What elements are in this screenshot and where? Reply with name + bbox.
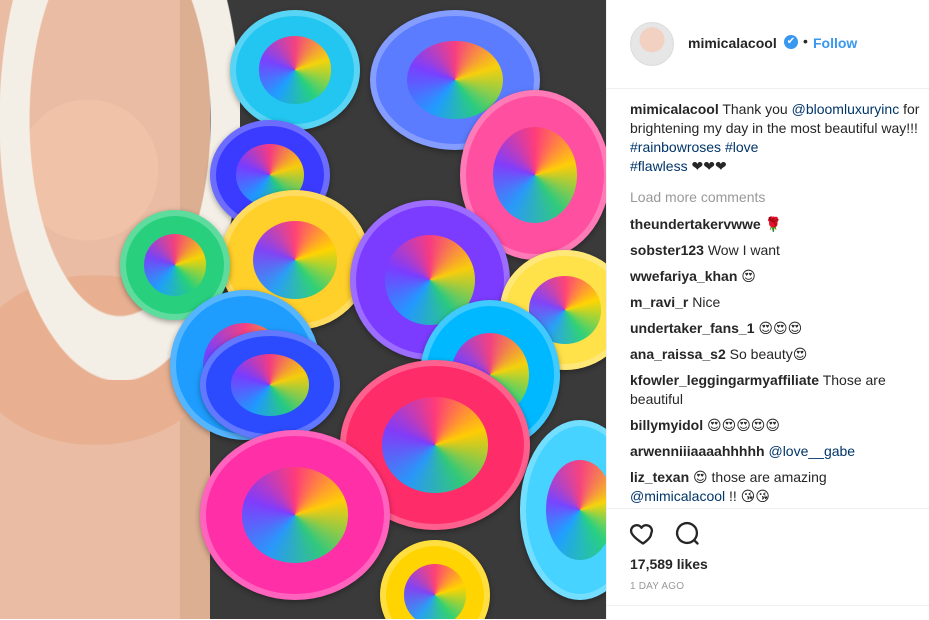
rose: [230, 10, 360, 130]
comment-text: So beauty😍: [725, 346, 808, 362]
comment: undertaker_fans_1 😍😍😍: [630, 319, 920, 338]
comment-suffix: !! 😘😘: [725, 488, 770, 504]
comment-username[interactable]: billymyidol: [630, 417, 703, 433]
comment-text: 😍: [737, 268, 756, 284]
comment-username[interactable]: m_ravi_r: [630, 294, 688, 310]
caption-text: Thank you: [718, 101, 792, 117]
caption-emoji: ❤❤❤: [687, 158, 727, 174]
heart-icon[interactable]: [629, 519, 657, 547]
post-side-panel: mimicalacool ✔ • Follow mimicalacool Tha…: [607, 0, 929, 619]
comment: liz_texan 😍 those are amazing @mimicalac…: [630, 468, 920, 506]
caption-mention[interactable]: @bloomluxuryinc: [792, 101, 900, 117]
comment: m_ravi_r Nice: [630, 293, 920, 312]
post-caption: mimicalacool Thank you @bloomluxuryinc f…: [630, 100, 920, 176]
comment-text: 🌹: [760, 216, 783, 232]
comment-text: 😍😍😍: [754, 320, 803, 336]
comment: wwefariya_khan 😍: [630, 267, 920, 286]
post-header: mimicalacool ✔ • Follow: [607, 0, 929, 89]
instagram-post: mimicalacool ✔ • Follow mimicalacool Tha…: [0, 0, 929, 619]
comment-text: 😍😍😍😍😍: [703, 417, 780, 433]
comment: ana_raissa_s2 So beauty😍: [630, 345, 920, 364]
comment-username[interactable]: arwenniiiaaaahhhhh: [630, 443, 765, 459]
comment-username[interactable]: kfowler_leggingarmyaffiliate: [630, 372, 819, 388]
timestamp[interactable]: 1 DAY AGO: [630, 581, 684, 592]
bullet: •: [803, 33, 808, 49]
comments-list: theundertakervwwe 🌹 sobster123 Wow I wan…: [630, 215, 920, 513]
comment-text: Wow I want: [703, 242, 780, 258]
hashtag-rainbowroses[interactable]: #rainbowroses: [630, 139, 721, 155]
hashtag-flawless[interactable]: #flawless: [630, 158, 688, 174]
comment-username[interactable]: liz_texan: [630, 469, 689, 485]
follow-button[interactable]: Follow: [813, 35, 857, 51]
avatar[interactable]: [630, 22, 674, 66]
comment: kfowler_leggingarmyaffiliate Those are b…: [630, 371, 920, 409]
load-more-comments-button[interactable]: Load more comments: [630, 189, 765, 205]
likes-count[interactable]: 17,589 likes: [630, 556, 708, 572]
comment-username[interactable]: sobster123: [630, 242, 704, 258]
comment-text: 😍 those are amazing: [689, 469, 827, 485]
comment: sobster123 Wow I want: [630, 241, 920, 260]
rose: [200, 430, 390, 600]
header-username[interactable]: mimicalacool: [688, 35, 777, 51]
caption-username[interactable]: mimicalacool: [630, 101, 719, 117]
comment: billymyidol 😍😍😍😍😍: [630, 416, 920, 435]
comment-mention[interactable]: @love__gabe: [768, 443, 855, 459]
bottom-divider: [607, 605, 929, 606]
comment-username[interactable]: undertaker_fans_1: [630, 320, 755, 336]
verified-badge-icon: ✔: [784, 35, 798, 49]
comment-icon[interactable]: [673, 519, 701, 547]
comment: arwenniiiaaaahhhhh @love__gabe: [630, 442, 920, 461]
comment-username[interactable]: theundertakervwwe: [630, 216, 761, 232]
rose: [200, 330, 340, 440]
comment: theundertakervwwe 🌹: [630, 215, 920, 234]
post-photo[interactable]: [0, 0, 606, 619]
comment-mention[interactable]: @mimicalacool: [630, 488, 725, 504]
comment-text: Nice: [688, 294, 721, 310]
comment-username[interactable]: ana_raissa_s2: [630, 346, 726, 362]
post-actions: 17,589 likes 1 DAY AGO: [607, 508, 929, 620]
comment-username[interactable]: wwefariya_khan: [630, 268, 737, 284]
hashtag-love[interactable]: #love: [725, 139, 758, 155]
